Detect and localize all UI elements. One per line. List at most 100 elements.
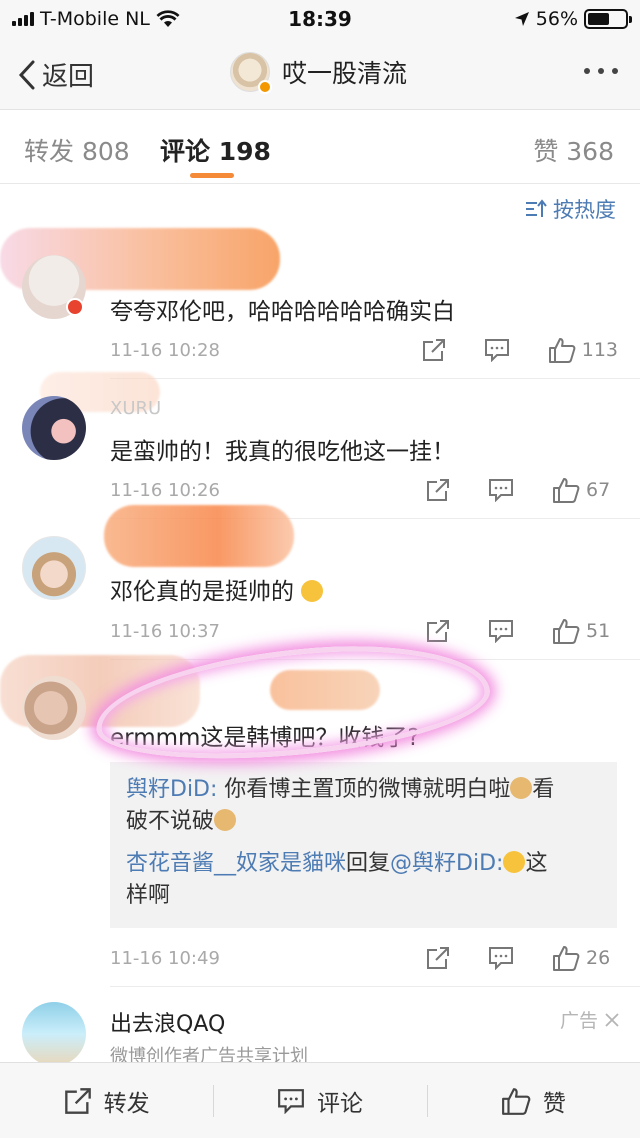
sort-label: 按热度: [553, 198, 616, 222]
reply-text: 这: [525, 851, 548, 876]
comment-actions: 67: [426, 476, 618, 504]
status-right: 56%: [514, 8, 632, 30]
location-arrow-icon: [514, 12, 529, 26]
share-icon: [427, 620, 449, 642]
bottom-action-bar: 转发 评论 赞: [0, 1062, 640, 1138]
comment-actions: 113: [422, 336, 618, 364]
comment-text: ermmm这是韩博吧？收钱了?: [110, 725, 420, 751]
comment-author[interactable]: XURU: [110, 398, 161, 419]
reply-button[interactable]: [488, 946, 514, 970]
nav-title: 哎一股清流: [282, 59, 408, 88]
like-button[interactable]: 51: [552, 617, 618, 645]
like-count: 113: [581, 339, 618, 361]
divider: [110, 986, 640, 987]
comment-time: 11-16 10:28: [110, 340, 220, 361]
blogger-avatar: [230, 52, 272, 94]
tab-active-indicator: [190, 173, 234, 178]
comment-icon: [489, 620, 513, 643]
reply-button[interactable]: [488, 478, 514, 502]
repost-button[interactable]: 转发: [0, 1063, 213, 1138]
reply-text-line2: 破不说破: [126, 809, 215, 834]
share-button[interactable]: [422, 338, 446, 362]
ad-author[interactable]: 出去浪QAQ: [110, 1006, 225, 1038]
ad-tag[interactable]: 广告: [560, 1006, 620, 1033]
like-button[interactable]: 26: [552, 944, 618, 972]
share-icon: [427, 479, 449, 501]
redaction-scribble: [104, 505, 294, 567]
share-icon: [422, 339, 445, 361]
comment-actions: 51: [426, 617, 618, 645]
reply-author[interactable]: 舆籽DiD:: [126, 777, 217, 802]
avatar[interactable]: [22, 396, 86, 460]
comment-icon: [489, 479, 513, 502]
divider: [110, 378, 640, 379]
more-dots-icon[interactable]: [584, 68, 618, 74]
like-count: 51: [586, 620, 611, 642]
surprised-emoji-icon: [503, 851, 526, 873]
comment-button[interactable]: 评论: [213, 1063, 426, 1138]
reply-author[interactable]: 杏花音酱__奴家是貓咪: [126, 851, 346, 876]
chevron-left-icon: [18, 60, 35, 89]
ad-label: 广告: [559, 1010, 598, 1032]
vip-badge-icon: [66, 298, 84, 316]
share-icon: [64, 1087, 91, 1114]
tab-bar: 转发 808 评论 198 赞 368: [0, 110, 640, 184]
battery-icon: [584, 9, 632, 29]
comment-text: 是蛮帅的！我真的很吃他这一挂！: [110, 439, 455, 465]
share-button[interactable]: [426, 619, 450, 643]
comment-label: 评论: [316, 1090, 363, 1117]
reply-thread[interactable]: 舆籽DiD: 你看博主置顶的微博就明白啦看 破不说破 杏花音酱__奴家是貓咪回复…: [110, 762, 617, 928]
reply-text-cont: 看: [532, 777, 555, 802]
reply-mention[interactable]: @舆籽DiD:: [390, 851, 503, 876]
like-button[interactable]: 赞: [426, 1063, 640, 1138]
avatar[interactable]: [22, 536, 86, 600]
close-icon[interactable]: [604, 1012, 620, 1028]
reply-item: 杏花音酱__奴家是貓咪回复@舆籽DiD: 这 样啊: [126, 848, 602, 912]
like-button[interactable]: 113: [548, 336, 618, 364]
tab-comments[interactable]: 评论 198: [160, 132, 271, 168]
comment-actions: 26: [426, 944, 618, 972]
comment-icon: [489, 947, 513, 970]
reply-text: 你看博主置顶的微博就明白啦: [217, 777, 511, 802]
battery-percent: 56%: [535, 8, 578, 30]
doge-emoji-icon: [510, 777, 533, 799]
like-count: 26: [586, 947, 611, 969]
doge-emoji-icon: [214, 809, 237, 831]
repost-label: 转发: [103, 1090, 150, 1117]
comment-icon: [484, 339, 509, 362]
thumbs-up-icon: [553, 946, 580, 971]
like-label: 赞: [542, 1090, 566, 1117]
status-bar: T-Mobile NL 18:39 56%: [0, 0, 640, 38]
reply-button[interactable]: [484, 338, 510, 362]
like-button[interactable]: 67: [552, 476, 618, 504]
tab-likes[interactable]: 赞 368: [533, 132, 614, 168]
back-label: 返回: [42, 62, 95, 92]
reply-verb: 回复: [346, 851, 391, 876]
redaction-scribble: [270, 670, 380, 710]
laugh-cry-emoji-icon: [301, 580, 324, 602]
reply-button[interactable]: [488, 619, 514, 643]
sort-toggle[interactable]: 按热度: [525, 194, 616, 224]
ad-avatar[interactable]: [22, 1002, 86, 1066]
comment-icon: [278, 1088, 304, 1114]
verified-badge-icon: [258, 80, 272, 94]
share-button[interactable]: [426, 946, 450, 970]
back-button[interactable]: 返回: [18, 56, 94, 93]
comment-time: 11-16 10:37: [110, 621, 220, 642]
comment-text: 邓伦真的是挺帅的: [110, 572, 324, 606]
like-count: 67: [586, 479, 611, 501]
comment-text: 夸夸邓伦吧，哈哈哈哈哈哈确实白: [110, 299, 455, 325]
nav-title-group[interactable]: 哎一股清流: [230, 52, 408, 94]
sort-icon: [526, 199, 547, 217]
share-button[interactable]: [426, 478, 450, 502]
comment-time: 11-16 10:26: [110, 480, 220, 501]
nav-bar: 返回 哎一股清流: [0, 38, 640, 110]
avatar[interactable]: [22, 676, 86, 740]
tab-repost[interactable]: 转发 808: [24, 132, 130, 168]
thumbs-up-icon: [553, 478, 580, 503]
reply-text-line2: 样啊: [126, 883, 171, 908]
thumbs-up-icon: [548, 338, 576, 363]
thumbs-up-icon: [501, 1087, 531, 1115]
share-icon: [427, 947, 449, 969]
divider: [110, 659, 640, 660]
